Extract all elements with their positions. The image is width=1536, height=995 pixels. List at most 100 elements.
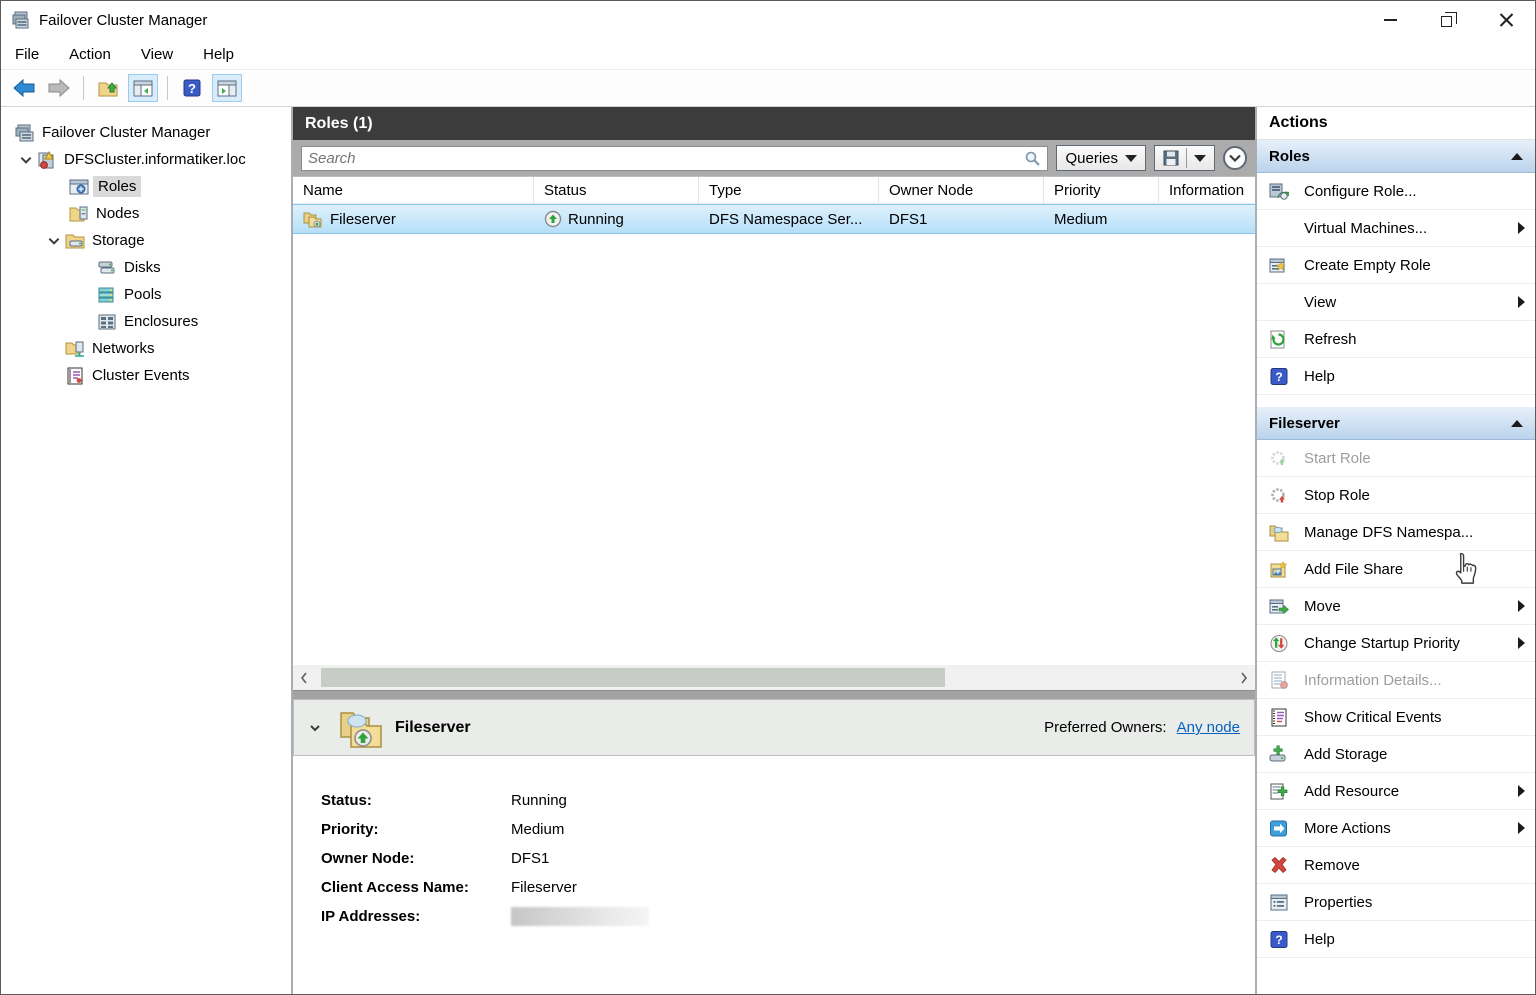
column-header-priority[interactable]: Priority bbox=[1044, 177, 1159, 203]
restore-icon bbox=[1441, 12, 1457, 27]
minimize-button[interactable] bbox=[1361, 1, 1419, 39]
action-label: Manage DFS Namespa... bbox=[1304, 523, 1474, 541]
collapse-filter-button[interactable] bbox=[1223, 146, 1247, 170]
action-create-empty-role[interactable]: Create Empty Role bbox=[1257, 247, 1535, 284]
submenu-arrow-icon bbox=[1518, 637, 1525, 649]
action-show-critical-events[interactable]: Show Critical Events bbox=[1257, 699, 1535, 736]
action-label: Stop Role bbox=[1304, 486, 1370, 504]
menu-view[interactable]: View bbox=[141, 46, 173, 63]
action-roles-help[interactable]: ? Help bbox=[1257, 358, 1535, 395]
toolbar-separator bbox=[83, 76, 84, 100]
close-button[interactable] bbox=[1477, 1, 1535, 39]
up-one-level-button[interactable] bbox=[93, 74, 123, 102]
action-add-file-share[interactable]: Add File Share bbox=[1257, 551, 1535, 588]
detail-header: Fileserver Preferred Owners: Any node bbox=[293, 699, 1255, 756]
scrollbar-track[interactable] bbox=[315, 665, 1233, 690]
stop-role-icon bbox=[1271, 487, 1285, 502]
tree-item-disks[interactable]: Disks bbox=[1, 254, 291, 281]
column-header-status[interactable]: Status bbox=[534, 177, 699, 203]
role-name: Fileserver bbox=[330, 210, 396, 228]
tree-item-root[interactable]: Failover Cluster Manager bbox=[1, 119, 291, 146]
action-move[interactable]: Move bbox=[1257, 588, 1535, 625]
chevron-expanded-icon[interactable] bbox=[47, 234, 61, 248]
horizontal-scrollbar[interactable] bbox=[293, 665, 1255, 690]
action-refresh[interactable]: Refresh bbox=[1257, 321, 1535, 358]
detail-body: Status: Running Priority: Medium Owner N… bbox=[293, 756, 1255, 994]
help-button[interactable]: ? bbox=[177, 74, 207, 102]
action-change-startup-priority[interactable]: Change Startup Priority bbox=[1257, 625, 1535, 662]
console-tree-icon bbox=[133, 80, 153, 96]
column-header-owner-node[interactable]: Owner Node bbox=[879, 177, 1044, 203]
tree-item-roles[interactable]: Roles bbox=[1, 173, 291, 200]
window-title: Failover Cluster Manager bbox=[39, 11, 208, 29]
role-type: DFS Namespace Ser... bbox=[709, 210, 863, 228]
tree-item-label: Enclosures bbox=[124, 313, 199, 330]
preferred-owners-link[interactable]: Any node bbox=[1177, 719, 1240, 736]
field-label-owner-node: Owner Node: bbox=[321, 850, 415, 867]
column-header-type[interactable]: Type bbox=[699, 177, 879, 203]
action-more-actions[interactable]: More Actions bbox=[1257, 810, 1535, 847]
tree-item-label: Networks bbox=[92, 340, 155, 357]
tree-item-label: Pools bbox=[124, 286, 162, 303]
tree-item-label: Roles bbox=[93, 176, 142, 197]
column-header-information[interactable]: Information bbox=[1159, 177, 1255, 203]
action-virtual-machines[interactable]: Virtual Machines... bbox=[1257, 210, 1535, 247]
svg-text:?: ? bbox=[1275, 933, 1282, 947]
action-label: Properties bbox=[1304, 893, 1373, 911]
tree-item-label: Storage bbox=[92, 232, 145, 249]
tree-item-networks[interactable]: Networks bbox=[1, 335, 291, 362]
action-manage-dfs-namespace[interactable]: Manage DFS Namespa... bbox=[1257, 514, 1535, 551]
tree-item-cluster[interactable]: DFSCluster.informatiker.loc bbox=[1, 146, 291, 173]
actions-section-roles[interactable]: Roles bbox=[1257, 140, 1535, 173]
column-header-name[interactable]: Name bbox=[293, 177, 534, 203]
search-input[interactable] bbox=[308, 149, 1025, 167]
scroll-right-arrow[interactable] bbox=[1233, 672, 1255, 684]
menu-action[interactable]: Action bbox=[69, 46, 111, 63]
tree-item-pools[interactable]: Pools bbox=[1, 281, 291, 308]
action-pane-toggle-button[interactable] bbox=[212, 74, 242, 102]
field-label-priority: Priority: bbox=[321, 821, 379, 838]
tree-item-storage[interactable]: Storage bbox=[1, 227, 291, 254]
actions-section-fileserver[interactable]: Fileserver bbox=[1257, 407, 1535, 440]
forward-button[interactable] bbox=[44, 74, 74, 102]
menu-help[interactable]: Help bbox=[203, 46, 234, 63]
queries-dropdown[interactable]: Queries bbox=[1056, 145, 1146, 171]
help-icon: ? bbox=[1270, 930, 1288, 948]
chevron-expanded-icon[interactable] bbox=[19, 153, 33, 167]
tree-item-label: Cluster Events bbox=[92, 367, 190, 384]
action-fileserver-help[interactable]: ? Help bbox=[1257, 921, 1535, 958]
scroll-left-arrow[interactable] bbox=[293, 672, 315, 684]
save-query-split-button[interactable] bbox=[1154, 145, 1215, 171]
menu-file[interactable]: File bbox=[15, 46, 39, 63]
console-tree-toggle-button[interactable] bbox=[128, 74, 158, 102]
action-label: Information Details... bbox=[1304, 671, 1442, 689]
chevron-down-icon bbox=[1229, 154, 1241, 162]
no-icon bbox=[1269, 293, 1289, 312]
action-add-storage[interactable]: Add Storage bbox=[1257, 736, 1535, 773]
action-properties[interactable]: Properties bbox=[1257, 884, 1535, 921]
search-box[interactable] bbox=[301, 145, 1049, 171]
action-label: Add Resource bbox=[1304, 782, 1400, 800]
move-icon bbox=[1269, 599, 1289, 614]
add-file-share-icon bbox=[1270, 560, 1288, 577]
collapse-detail-icon[interactable] bbox=[308, 723, 323, 733]
action-remove[interactable]: Remove bbox=[1257, 847, 1535, 884]
pane-splitter[interactable] bbox=[293, 690, 1255, 699]
show-critical-events-icon bbox=[1271, 708, 1287, 726]
detail-title: Fileserver bbox=[395, 718, 471, 736]
action-view[interactable]: View bbox=[1257, 284, 1535, 321]
field-label-status: Status: bbox=[321, 792, 372, 809]
restore-button[interactable] bbox=[1419, 1, 1477, 39]
action-configure-role[interactable]: Configure Role... bbox=[1257, 173, 1535, 210]
tree-item-nodes[interactable]: Nodes bbox=[1, 200, 291, 227]
tree-item-enclosures[interactable]: Enclosures bbox=[1, 308, 291, 335]
back-button[interactable] bbox=[9, 74, 39, 102]
no-icon bbox=[1269, 219, 1289, 238]
action-label: Add File Share bbox=[1304, 560, 1404, 578]
tree-item-cluster-events[interactable]: Cluster Events bbox=[1, 362, 291, 389]
action-add-resource[interactable]: Add Resource bbox=[1257, 773, 1535, 810]
action-stop-role[interactable]: Stop Role bbox=[1257, 477, 1535, 514]
role-row-fileserver[interactable]: Fileserver Running DFS Namespace Ser... … bbox=[293, 204, 1255, 234]
scrollbar-thumb[interactable] bbox=[321, 668, 946, 687]
title-bar: Failover Cluster Manager bbox=[1, 1, 1535, 39]
